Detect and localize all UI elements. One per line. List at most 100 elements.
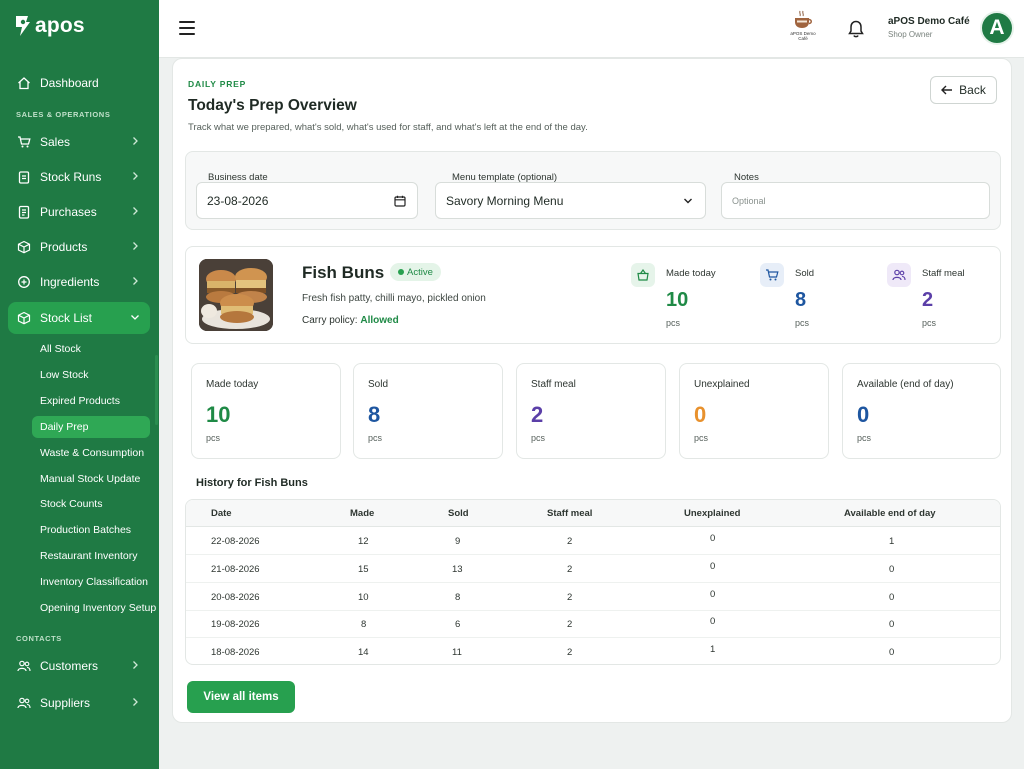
- basket-icon: [631, 263, 655, 287]
- mini-stat-sold: Sold 8 pcs: [760, 263, 870, 333]
- business-date-value: 23-08-2026: [207, 193, 269, 208]
- cell-available: 0: [889, 564, 895, 575]
- menu-template-select[interactable]: Savory Morning Menu: [435, 182, 706, 219]
- chevron-right-icon: [133, 172, 138, 180]
- mini-stat-label: Sold: [795, 268, 815, 279]
- page-title: Today's Prep Overview: [188, 97, 357, 114]
- cell-staff-meal: 2: [567, 536, 573, 547]
- sidebar-sub-stock-counts[interactable]: Stock Counts: [32, 493, 150, 515]
- cell-sold: 8: [455, 592, 461, 603]
- menu-toggle-icon[interactable]: [179, 21, 195, 35]
- shop-logo: aPOS Demo Café: [787, 10, 819, 48]
- sidebar-sub-restaurant-inventory[interactable]: Restaurant Inventory: [32, 545, 150, 567]
- sidebar-item-customers[interactable]: Customers: [8, 650, 150, 682]
- cell-unexplained: 0: [710, 561, 716, 572]
- notes-input[interactable]: Optional: [721, 182, 990, 219]
- sidebar-item-stock-list[interactable]: Stock List: [8, 302, 150, 334]
- sidebar-sub-inventory-classification[interactable]: Inventory Classification: [32, 571, 150, 593]
- sidebar-item-stock-runs[interactable]: Stock Runs: [8, 161, 150, 193]
- sidebar-sub-expired-products[interactable]: Expired Products: [32, 390, 150, 412]
- avatar[interactable]: A: [980, 11, 1014, 45]
- table-header: Date Made Sold Staff meal Unexplained Av…: [186, 500, 1000, 527]
- stat-value: 0: [857, 402, 870, 427]
- cell-staff-meal: 2: [567, 592, 573, 603]
- column-header-date: Date: [211, 508, 232, 519]
- notes-placeholder: Optional: [732, 195, 766, 206]
- carry-policy-value: Allowed: [360, 315, 399, 326]
- sidebar-item-label: Suppliers: [40, 696, 91, 710]
- sidebar-item-purchases[interactable]: Purchases: [8, 196, 150, 228]
- product-description: Fresh fish patty, chilli mayo, pickled o…: [302, 293, 486, 304]
- sidebar-section-sales: SALES & OPERATIONS: [16, 110, 111, 119]
- sidebar-sub-opening-inventory-setup[interactable]: Opening Inventory Setup: [32, 597, 156, 619]
- sidebar-item-products[interactable]: Products: [8, 231, 150, 263]
- table-row: 19-08-2026 8 6 2 0 0: [186, 610, 1000, 638]
- filter-panel: Business date 23-08-2026 Menu template (…: [185, 151, 1001, 230]
- business-date-input[interactable]: 23-08-2026: [196, 182, 418, 219]
- mini-stat-value: 8: [795, 289, 807, 311]
- bell-icon[interactable]: [847, 19, 865, 39]
- view-all-items-button[interactable]: View all items: [187, 681, 295, 713]
- home-icon: [18, 77, 30, 90]
- cell-date: 19-08-2026: [211, 619, 260, 630]
- stat-card-unexplained: Unexplained 0 pcs: [679, 363, 829, 459]
- receipt-icon: [18, 205, 30, 219]
- cart-icon: [760, 263, 784, 287]
- product-name: Fish Buns: [302, 263, 385, 282]
- sidebar-item-suppliers[interactable]: Suppliers: [8, 687, 150, 719]
- box-icon: [17, 240, 31, 254]
- sidebar-item-label: Ingredients: [40, 275, 100, 289]
- app-logo[interactable]: apos: [14, 14, 85, 38]
- sidebar-sub-manual-stock-update[interactable]: Manual Stock Update: [32, 468, 150, 490]
- stat-value: 8: [368, 402, 381, 427]
- cell-made: 8: [361, 619, 367, 630]
- stat-unit: pcs: [368, 433, 383, 443]
- calendar-icon[interactable]: [394, 195, 406, 207]
- table-row: 20-08-2026 10 8 2 0 0: [186, 583, 1000, 611]
- column-header-sold: Sold: [448, 508, 469, 519]
- box-icon: [17, 311, 31, 325]
- cell-sold: 11: [452, 647, 462, 658]
- stat-value: 0: [694, 402, 707, 427]
- sidebar-item-label: Purchases: [40, 205, 97, 219]
- sidebar-item-sales[interactable]: Sales: [8, 126, 150, 158]
- chevron-right-icon: [133, 137, 138, 145]
- status-badge: Active: [390, 263, 441, 281]
- cell-sold: 13: [452, 564, 463, 575]
- column-header-made: Made: [350, 508, 375, 519]
- sidebar-sub-low-stock[interactable]: Low Stock: [32, 364, 150, 386]
- sidebar-sub-waste-consumption[interactable]: Waste & Consumption: [32, 442, 150, 464]
- history-title: History for Fish Buns: [196, 477, 308, 489]
- sidebar-sub-production-batches[interactable]: Production Batches: [32, 519, 150, 541]
- stat-label: Made today: [206, 379, 259, 390]
- cell-made: 10: [358, 592, 369, 603]
- cell-available: 1: [889, 536, 895, 547]
- stat-card-staff-meal: Staff meal 2 pcs: [516, 363, 666, 459]
- cell-date: 22-08-2026: [211, 536, 260, 547]
- back-button[interactable]: Back: [930, 76, 997, 104]
- suppliers-icon: [17, 697, 31, 709]
- sidebar-scrollbar[interactable]: [155, 355, 158, 425]
- users-icon: [17, 660, 31, 672]
- sidebar-item-ingredients[interactable]: Ingredients: [8, 266, 150, 298]
- mini-stat-value: 2: [922, 289, 934, 311]
- sidebar-sub-all-stock[interactable]: All Stock: [32, 338, 150, 360]
- cell-staff-meal: 2: [567, 619, 573, 630]
- sidebar-sub-daily-prep[interactable]: Daily Prep: [32, 416, 150, 438]
- users-icon: [887, 263, 911, 287]
- stat-unit: pcs: [857, 433, 872, 443]
- cell-made: 14: [358, 647, 369, 658]
- stat-label: Unexplained: [694, 379, 750, 390]
- chevron-down-icon: [131, 315, 139, 320]
- chevron-right-icon: [133, 698, 138, 706]
- cell-date: 18-08-2026: [211, 647, 260, 658]
- user-name: aPOS Demo Café: [888, 16, 970, 27]
- carry-policy: Carry policy: Allowed: [302, 315, 399, 326]
- column-header-available: Available end of day: [844, 508, 936, 519]
- sidebar-item-dashboard[interactable]: Dashboard: [8, 67, 150, 99]
- product-image: [199, 259, 273, 331]
- cell-unexplained: 1: [710, 644, 716, 655]
- carry-policy-label: Carry policy:: [302, 315, 358, 326]
- chevron-down-icon: [684, 198, 692, 204]
- menu-template-value: Savory Morning Menu: [446, 193, 564, 208]
